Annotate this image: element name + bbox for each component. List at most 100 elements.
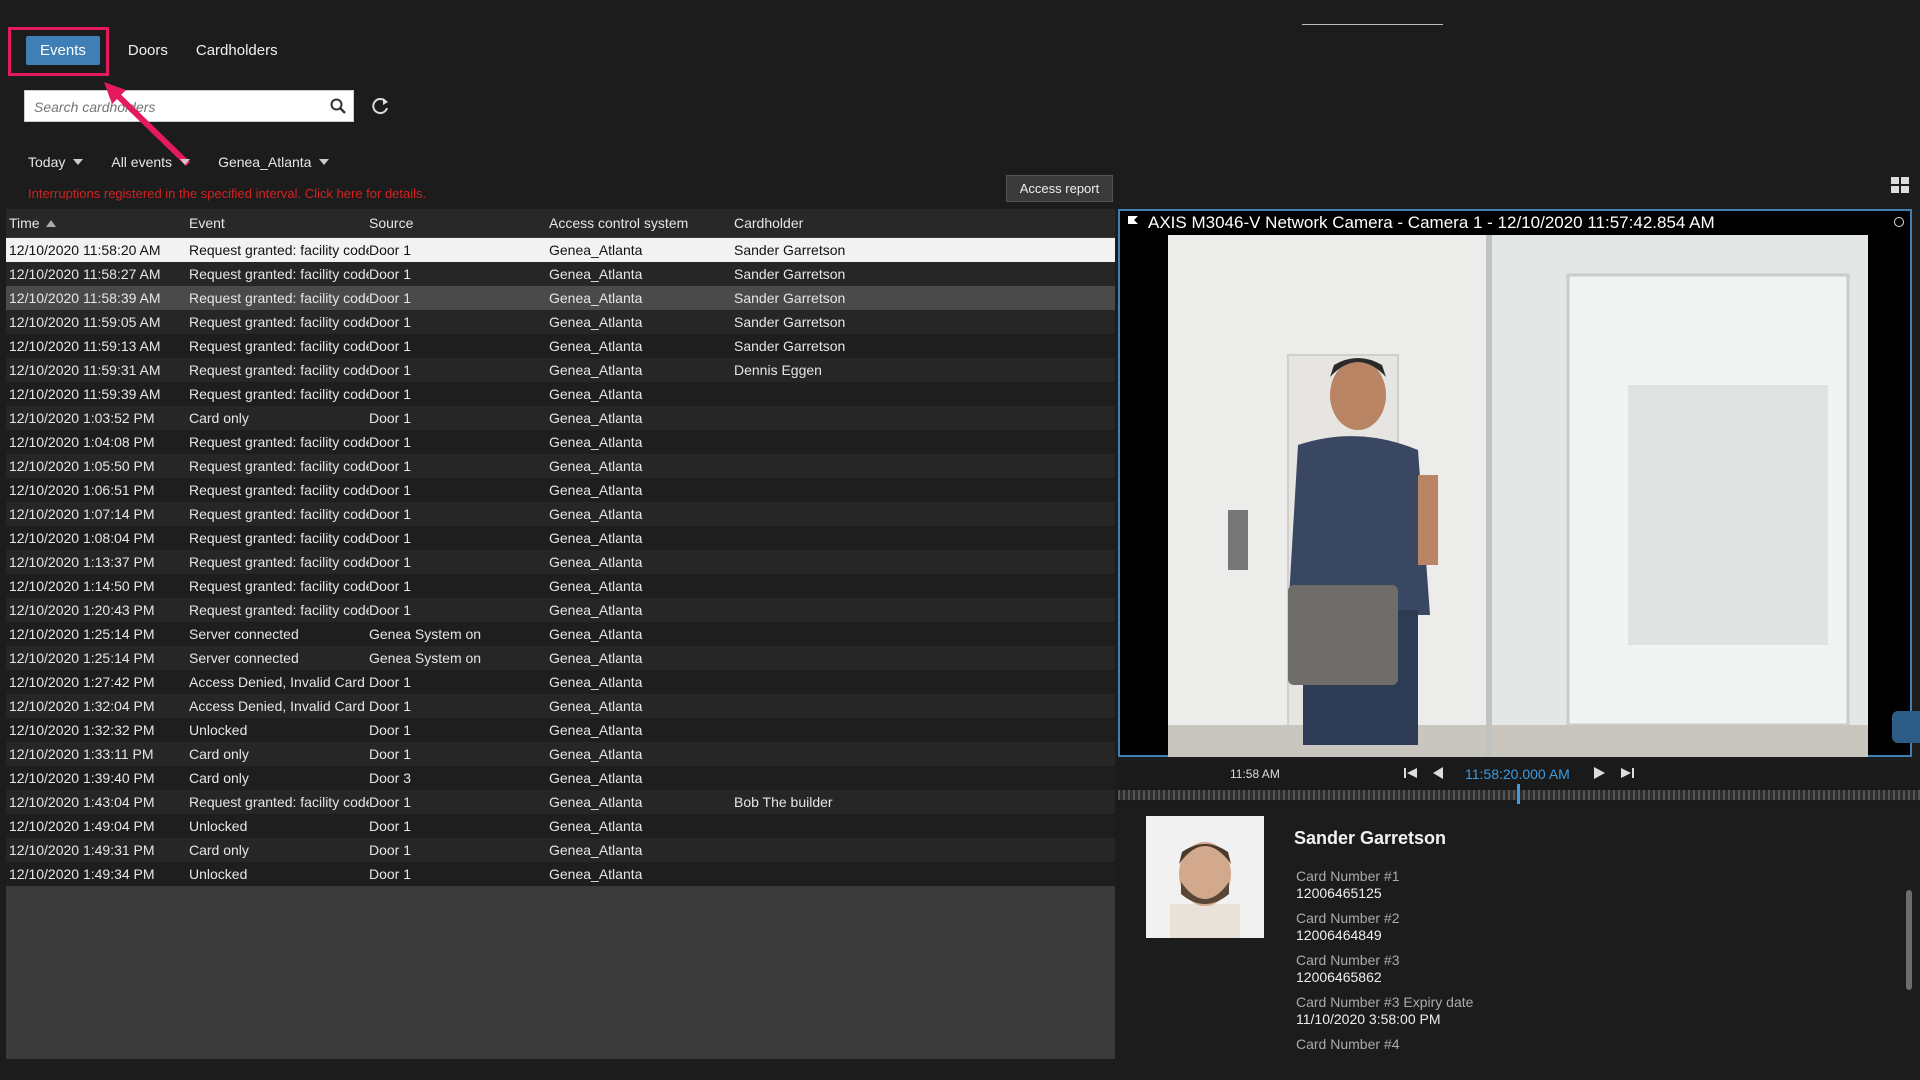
cardholder-name: Sander Garretson xyxy=(1294,828,1447,848)
tab-cardholders[interactable]: Cardholders xyxy=(196,42,278,59)
table-row[interactable]: 12/10/2020 1:32:32 PM Unlocked Door 1 Genea… xyxy=(6,718,1115,742)
table-row[interactable]: 12/10/2020 1:13:37 PM Request granted: fa… xyxy=(6,550,1115,574)
cell-event: Request granted: facility code xyxy=(189,458,369,474)
cell-access-system: Genea_Atlanta xyxy=(549,386,643,402)
table-row[interactable]: 12/10/2020 1:39:40 PM Card only Door 3 Gene… xyxy=(6,766,1115,790)
table-row[interactable]: 12/10/2020 1:20:43 PM Request granted: fa… xyxy=(6,598,1115,622)
table-row[interactable]: 12/10/2020 1:05:50 PM Request granted: fa… xyxy=(6,454,1115,478)
cell-access-system: Genea_Atlanta xyxy=(549,746,643,762)
cell-event: Card only xyxy=(189,746,249,762)
column-access-control-system[interactable]: Access control system xyxy=(549,215,729,231)
table-row[interactable]: 12/10/2020 11:59:39 AM Request granted: f… xyxy=(6,382,1115,406)
cell-time: 12/10/2020 1:49:34 PM xyxy=(9,866,155,882)
cell-access-system: Genea_Atlanta xyxy=(549,626,643,642)
cell-time: 12/10/2020 1:08:04 PM xyxy=(9,530,155,546)
column-cardholder[interactable]: Cardholder xyxy=(729,215,1034,231)
table-row[interactable]: 12/10/2020 1:14:50 PM Request granted: fa… xyxy=(6,574,1115,598)
details-scrollbar[interactable] xyxy=(1906,890,1912,990)
table-row[interactable]: 12/10/2020 1:27:42 PM Access Denied, Inva… xyxy=(6,670,1115,694)
refresh-icon[interactable] xyxy=(369,95,391,117)
table-row[interactable]: 12/10/2020 1:25:14 PM Server connected Gen… xyxy=(6,622,1115,646)
skip-forward-icon[interactable] xyxy=(1619,766,1635,780)
table-row[interactable]: 12/10/2020 1:08:04 PM Request granted: fa… xyxy=(6,526,1115,550)
table-row[interactable]: 12/10/2020 11:58:39 AM Request granted: f… xyxy=(6,286,1115,310)
cell-time: 12/10/2020 11:59:39 AM xyxy=(9,386,161,402)
table-row[interactable]: 12/10/2020 1:43:04 PM Request granted: fa… xyxy=(6,790,1115,814)
table-row[interactable]: 12/10/2020 1:49:31 PM Card only Door 1 Gene… xyxy=(6,838,1115,862)
field-value: 11/10/2020 3:58:00 PM xyxy=(1296,1011,1441,1027)
cell-access-system: Genea_Atlanta xyxy=(549,722,643,738)
system-dropdown[interactable]: Genea_Atlanta xyxy=(218,154,330,170)
column-time[interactable]: Time xyxy=(6,215,189,231)
period-dropdown[interactable]: Today xyxy=(28,154,84,170)
cell-source: Door 1 xyxy=(369,722,412,738)
cell-access-system: Genea_Atlanta xyxy=(549,434,643,450)
cell-source: Door 1 xyxy=(369,338,412,354)
table-row[interactable]: 12/10/2020 1:03:52 PM Card only Door 1 Gene… xyxy=(6,406,1115,430)
cell-source: Door 1 xyxy=(369,698,412,714)
table-row[interactable]: 12/10/2020 1:32:04 PM Access Denied, Inva… xyxy=(6,694,1115,718)
table-row[interactable]: 12/10/2020 11:59:31 AM Request granted: f… xyxy=(6,358,1115,382)
search-icon[interactable] xyxy=(329,97,347,115)
table-row[interactable]: 12/10/2020 11:58:27 AM Request granted: f… xyxy=(6,262,1115,286)
table-row[interactable]: 12/10/2020 1:49:34 PM Unlocked Door 1 Genea… xyxy=(6,862,1115,886)
cell-cardholder: Sander Garretson xyxy=(734,266,846,282)
cell-time: 12/10/2020 1:33:11 PM xyxy=(9,746,154,762)
timeline-start-label: 11:58 AM xyxy=(1230,767,1280,781)
step-back-icon[interactable] xyxy=(1430,766,1446,780)
events-dropdown[interactable]: All events xyxy=(111,154,191,170)
access-report-button[interactable]: Access report xyxy=(1006,175,1113,202)
table-header: Time Event Source Access control system … xyxy=(6,209,1115,238)
table-row[interactable]: 12/10/2020 1:25:14 PM Server connected Gen… xyxy=(6,646,1115,670)
cell-event: Card only xyxy=(189,410,249,426)
cell-event: Request granted: facility code xyxy=(189,482,369,498)
cell-access-system: Genea_Atlanta xyxy=(549,506,643,522)
field-value: 12006465125 xyxy=(1296,885,1382,901)
timeline-position-marker[interactable] xyxy=(1517,784,1520,804)
cell-source: Door 1 xyxy=(369,458,412,474)
cell-source: Door 1 xyxy=(369,530,412,546)
column-event[interactable]: Event xyxy=(189,215,369,231)
cell-time: 12/10/2020 11:58:39 AM xyxy=(9,290,161,306)
cell-time: 12/10/2020 11:58:27 AM xyxy=(9,266,161,282)
side-panel-toggle-button[interactable] xyxy=(1892,711,1920,743)
field-value: 12006465862 xyxy=(1296,969,1382,985)
interruption-warning-link[interactable]: Interruptions registered in the specifie… xyxy=(28,186,426,201)
system-value: Genea_Atlanta xyxy=(218,154,312,170)
camera-view[interactable]: AXIS M3046-V Network Camera - Camera 1 -… xyxy=(1118,209,1912,757)
table-row[interactable]: 12/10/2020 1:33:11 PM Card only Door 1 Gene… xyxy=(6,742,1115,766)
cell-source: Door 1 xyxy=(369,842,412,858)
cell-event: Request granted: facility code xyxy=(189,314,369,330)
cell-event: Access Denied, Invalid Card xyxy=(189,674,365,690)
cell-event: Server connected xyxy=(189,650,299,666)
table-row[interactable]: 12/10/2020 11:59:05 AM Request granted: f… xyxy=(6,310,1115,334)
cell-cardholder: Sander Garretson xyxy=(734,338,846,354)
cell-source: Door 1 xyxy=(369,434,412,450)
play-icon[interactable] xyxy=(1591,766,1607,780)
skip-back-icon[interactable] xyxy=(1403,766,1419,780)
field-label: Card Number #3 xyxy=(1296,952,1400,968)
table-row[interactable]: 12/10/2020 1:06:51 PM Request granted: fa… xyxy=(6,478,1115,502)
table-row[interactable]: 12/10/2020 11:59:13 AM Request granted: f… xyxy=(6,334,1115,358)
field-label: Card Number #4 xyxy=(1296,1036,1400,1052)
cell-access-system: Genea_Atlanta xyxy=(549,266,643,282)
table-row[interactable]: 12/10/2020 1:49:04 PM Unlocked Door 1 Genea… xyxy=(6,814,1115,838)
card-number-list: Card Number #1 12006465125 Card Number #… xyxy=(1296,860,1473,1053)
table-row[interactable]: 12/10/2020 1:04:08 PM Request granted: fa… xyxy=(6,430,1115,454)
cell-event: Request granted: facility code xyxy=(189,794,369,810)
cell-time: 12/10/2020 1:25:14 PM xyxy=(9,626,155,642)
table-row[interactable]: 12/10/2020 1:07:14 PM Request granted: fa… xyxy=(6,502,1115,526)
cell-access-system: Genea_Atlanta xyxy=(549,770,643,786)
cell-time: 12/10/2020 1:49:04 PM xyxy=(9,818,155,834)
table-row[interactable]: 12/10/2020 11:58:20 AM Request granted: f… xyxy=(6,238,1115,262)
cell-source: Door 1 xyxy=(369,674,412,690)
cell-access-system: Genea_Atlanta xyxy=(549,866,643,882)
cell-access-system: Genea_Atlanta xyxy=(549,290,643,306)
camera-video-frame xyxy=(1168,235,1868,757)
layout-icon[interactable] xyxy=(1890,176,1910,194)
cell-time: 12/10/2020 1:32:32 PM xyxy=(9,722,155,738)
cell-access-system: Genea_Atlanta xyxy=(549,578,643,594)
cell-time: 12/10/2020 1:06:51 PM xyxy=(9,482,155,498)
column-source[interactable]: Source xyxy=(369,215,549,231)
tab-doors[interactable]: Doors xyxy=(128,42,168,59)
